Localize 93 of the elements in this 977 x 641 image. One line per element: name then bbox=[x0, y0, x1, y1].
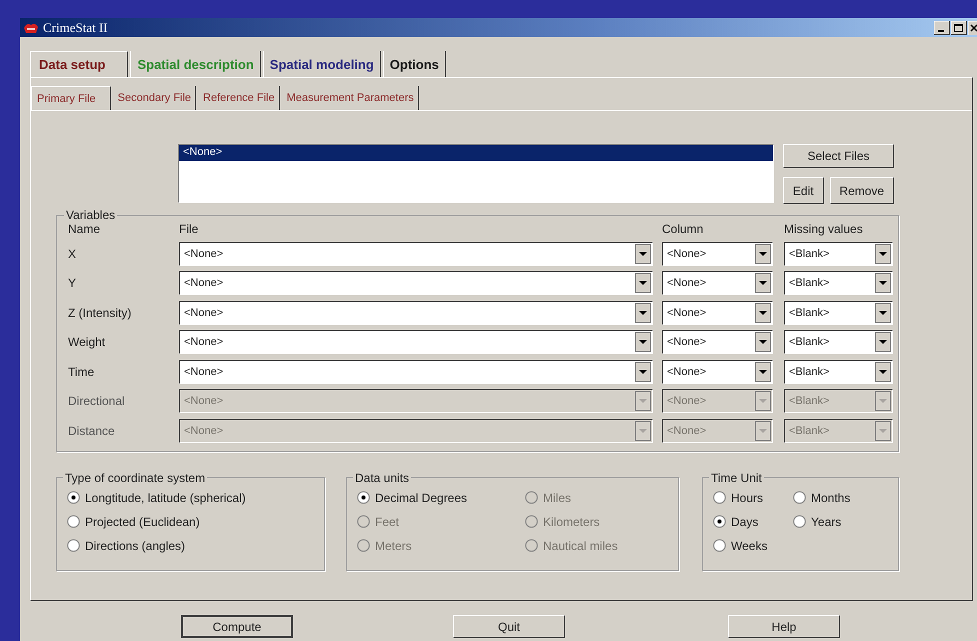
column-header: Missing values bbox=[784, 222, 864, 236]
radio-label: Kilometers bbox=[543, 514, 600, 528]
dropdown[interactable]: <Blank> bbox=[784, 360, 893, 384]
radio-button[interactable] bbox=[67, 515, 80, 528]
radio-button[interactable] bbox=[793, 491, 806, 504]
dropdown-value: <None> bbox=[184, 366, 224, 378]
dropdown-value: <None> bbox=[184, 395, 224, 407]
variable-name: Y bbox=[68, 276, 78, 290]
radio-label: Longtitude, latitude (spherical) bbox=[85, 490, 246, 504]
tab[interactable]: Secondary File bbox=[114, 86, 196, 110]
dropdown-value: <None> bbox=[667, 336, 706, 348]
variable-name: Directional bbox=[68, 394, 126, 408]
file-list[interactable]: <None> bbox=[178, 144, 774, 203]
button[interactable]: Select Files bbox=[783, 144, 894, 168]
radio-button[interactable] bbox=[713, 515, 726, 528]
dropdown-value: <None> bbox=[667, 277, 706, 289]
radio-button[interactable] bbox=[357, 491, 370, 504]
radio-label: Decimal Degrees bbox=[375, 490, 468, 504]
variable-name: Distance bbox=[68, 424, 116, 438]
radio-label: Months bbox=[811, 490, 850, 504]
tab[interactable]: Data setup bbox=[30, 51, 128, 77]
close-icon[interactable] bbox=[968, 20, 977, 34]
tab[interactable]: Measurement Parameters bbox=[282, 86, 419, 110]
dropdown[interactable]: <None> bbox=[662, 300, 773, 324]
file-list-item[interactable]: <None> bbox=[179, 145, 773, 161]
dropdown[interactable]: <None> bbox=[179, 271, 653, 295]
dropdown-value: <Blank> bbox=[789, 366, 830, 378]
variable-name: Time bbox=[68, 364, 96, 378]
group-title: Time Unit bbox=[710, 470, 763, 484]
radio-label: Weeks bbox=[731, 538, 768, 552]
button[interactable]: Help bbox=[728, 615, 840, 638]
radio-label: Meters bbox=[375, 538, 412, 552]
dropdown-value: <Blank> bbox=[789, 277, 830, 289]
tab[interactable]: Primary File bbox=[31, 86, 111, 110]
dropdown-value: <None> bbox=[184, 424, 224, 436]
radio-button[interactable] bbox=[67, 539, 80, 552]
dropdown-value: <None> bbox=[667, 306, 706, 318]
dropdown-value: <None> bbox=[667, 248, 706, 260]
dropdown-value: <None> bbox=[184, 336, 224, 348]
group-title: Type of coordinate system bbox=[64, 470, 206, 484]
radio-label: Years bbox=[811, 514, 842, 528]
group-title: Data units bbox=[354, 470, 410, 484]
dropdown-value: <None> bbox=[667, 424, 706, 436]
dropdown-value: <Blank> bbox=[789, 336, 830, 348]
tab[interactable]: Options bbox=[382, 51, 446, 77]
radio-button[interactable] bbox=[713, 491, 726, 504]
radio-button[interactable] bbox=[793, 515, 806, 528]
minimize-icon[interactable] bbox=[934, 20, 950, 34]
tab[interactable]: Spatial modeling bbox=[262, 51, 381, 77]
column-header: Name bbox=[68, 222, 102, 236]
dropdown[interactable]: <None> bbox=[662, 330, 773, 354]
dropdown-value: <None> bbox=[184, 248, 224, 260]
variable-name: Z (Intensity) bbox=[68, 306, 132, 320]
variable-name: X bbox=[68, 246, 78, 260]
dropdown[interactable]: <None> bbox=[179, 360, 653, 384]
maximize-icon[interactable] bbox=[951, 20, 967, 34]
column-header: Column bbox=[662, 222, 704, 236]
dropdown-value: <None> bbox=[184, 277, 224, 289]
radio-label: Hours bbox=[731, 490, 764, 504]
dropdown-value: <None> bbox=[667, 366, 706, 378]
button[interactable]: Compute bbox=[181, 615, 293, 638]
button[interactable]: Remove bbox=[830, 177, 894, 204]
dropdown[interactable]: <Blank> bbox=[784, 271, 893, 295]
dropdown-value: <Blank> bbox=[789, 424, 830, 436]
radio-label: Miles bbox=[543, 490, 572, 504]
radio-button[interactable] bbox=[67, 491, 80, 504]
radio-label: Nautical miles bbox=[543, 538, 618, 552]
button[interactable]: Edit bbox=[783, 177, 824, 204]
radio-button[interactable] bbox=[713, 539, 726, 552]
column-header: File bbox=[179, 222, 200, 236]
button[interactable]: Quit bbox=[453, 615, 565, 638]
dropdown-value: <None> bbox=[667, 395, 706, 407]
group-title: Variables bbox=[65, 208, 116, 222]
dropdown-value: <None> bbox=[184, 306, 224, 318]
dropdown-value: <Blank> bbox=[789, 395, 830, 407]
variable-name: Weight bbox=[68, 335, 106, 349]
radio-label: Days bbox=[731, 514, 758, 528]
dropdown[interactable]: <Blank> bbox=[784, 330, 893, 354]
dropdown[interactable]: <None> bbox=[179, 300, 653, 324]
window-title: CrimeStat II bbox=[43, 20, 109, 36]
dropdown[interactable]: <Blank> bbox=[784, 300, 893, 324]
dropdown[interactable]: <None> bbox=[662, 242, 773, 266]
dropdown[interactable]: <None> bbox=[662, 271, 773, 295]
dropdown-value: <Blank> bbox=[789, 306, 830, 318]
radio-label: Feet bbox=[375, 514, 400, 528]
dropdown[interactable]: <Blank> bbox=[784, 242, 893, 266]
tab[interactable]: Reference File bbox=[199, 86, 280, 110]
dropdown[interactable]: <None> bbox=[662, 360, 773, 384]
dropdown-value: <Blank> bbox=[789, 248, 830, 260]
radio-label: Projected (Euclidean) bbox=[85, 514, 200, 528]
dropdown[interactable]: <None> bbox=[179, 330, 653, 354]
dropdown[interactable]: <None> bbox=[179, 242, 653, 266]
radio-label: Directions (angles) bbox=[85, 538, 186, 552]
